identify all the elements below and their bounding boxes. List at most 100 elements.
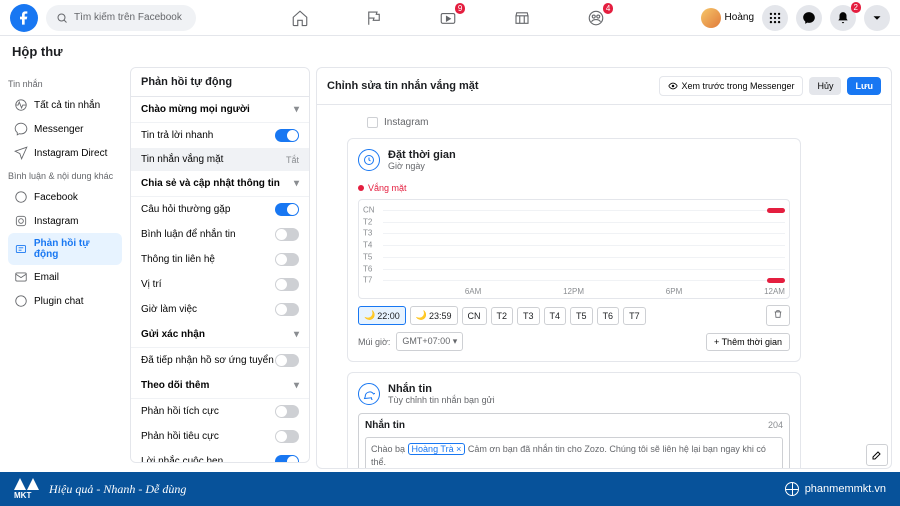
schedule-grid[interactable]: CN T2 T3 T4 T5 T6 T7 6AM12PM6PM12AM (358, 199, 790, 299)
day-t6[interactable]: T6 (597, 307, 620, 325)
message-title: Nhắn tin (388, 383, 495, 395)
chevron-down-icon: ▾ (294, 178, 299, 189)
end-time-input[interactable]: 🌙 23:59 (410, 306, 458, 325)
content-title: Chỉnh sửa tin nhắn vắng mặt (327, 80, 479, 92)
sidebar-section-comments: Bình luận & nội dung khác (8, 171, 122, 181)
sidebar-auto-response[interactable]: Phản hồi tự động (8, 233, 122, 265)
schedule-sub: Giờ ngày (388, 161, 456, 171)
save-button[interactable]: Lưu (847, 77, 881, 95)
message-icon (358, 383, 380, 405)
msg-box-title: Nhắn tin (365, 420, 405, 431)
nav-flag[interactable] (362, 6, 386, 30)
opt-comment[interactable]: Bình luận để nhắn tin (131, 222, 309, 247)
nav-home[interactable] (288, 6, 312, 30)
sidebar: Tin nhắn Tất cả tin nhắn Messenger Insta… (0, 67, 130, 469)
opt-contact[interactable]: Thông tin liên hệ (131, 247, 309, 272)
opt-away-message[interactable]: Tin nhắn vắng mặtTắt (131, 148, 309, 171)
opt-applied[interactable]: Đã tiếp nhận hồ sơ ứng tuyển (131, 348, 309, 373)
toggle-location[interactable] (275, 278, 299, 291)
toggle-positive[interactable] (275, 405, 299, 418)
section-follow[interactable]: Theo dõi thêm▾ (131, 373, 309, 399)
day-cn[interactable]: CN (462, 307, 487, 325)
tz-label: Múi giờ: (358, 337, 390, 347)
opt-reminder[interactable]: Lời nhắc cuộc hẹn (131, 449, 309, 463)
day-t4[interactable]: T4 (544, 307, 567, 325)
toggle-faq[interactable] (275, 203, 299, 216)
toggle-reminder[interactable] (275, 455, 299, 463)
toggle-comment[interactable] (275, 228, 299, 241)
toggle-instant[interactable] (275, 129, 299, 142)
mkt-logo: MKT (14, 478, 39, 500)
avatar (701, 8, 721, 28)
preview-button[interactable]: Xem trước trong Messenger (659, 76, 804, 96)
clock-icon (358, 149, 380, 171)
facebook-logo[interactable] (10, 4, 38, 32)
footer-site[interactable]: phanmemmkt.vn (785, 482, 886, 496)
search-input[interactable]: Tìm kiếm trên Facebook (46, 5, 196, 31)
nav-video[interactable]: 9 (436, 6, 460, 30)
notification-icon[interactable]: 2 (830, 5, 856, 31)
section-greeting[interactable]: Chào mừng mọi người▾ (131, 97, 309, 123)
customer-tag[interactable]: Hoàng Trà × (408, 443, 466, 455)
away-state: Tắt (286, 155, 299, 165)
section-confirm[interactable]: Gửi xác nhận▾ (131, 322, 309, 348)
footer-banner: MKT Hiệu quả - Nhanh - Dễ dùng phanmemmk… (0, 472, 900, 506)
toggle-contact[interactable] (275, 253, 299, 266)
nav-market[interactable] (510, 6, 534, 30)
page-title: Hộp thư (0, 36, 900, 67)
chevron-down-icon: ▾ (294, 104, 299, 115)
opt-negative[interactable]: Phản hồi tiêu cực (131, 424, 309, 449)
sidebar-messenger[interactable]: Messenger (8, 117, 122, 141)
toggle-hours[interactable] (275, 303, 299, 316)
globe-icon (785, 482, 799, 496)
sidebar-email[interactable]: Email (8, 265, 122, 289)
checkbox-icon[interactable] (367, 117, 378, 128)
sidebar-section-messages: Tin nhắn (8, 79, 122, 89)
char-count: 204 (768, 420, 783, 431)
toggle-applied[interactable] (275, 354, 299, 367)
toggle-negative[interactable] (275, 430, 299, 443)
message-sub: Tùy chỉnh tin nhắn bạn gửi (388, 395, 495, 405)
message-card: Nhắn tin Tùy chỉnh tin nhắn bạn gửi Nhắn… (347, 372, 801, 468)
sidebar-instagram[interactable]: Instagram (8, 209, 122, 233)
opt-location[interactable]: Vị trí (131, 272, 309, 297)
section-share[interactable]: Chia sẻ và cập nhật thông tin▾ (131, 171, 309, 197)
apps-icon[interactable] (762, 5, 788, 31)
day-t3[interactable]: T3 (517, 307, 540, 325)
delete-icon[interactable] (766, 305, 790, 326)
content-panel: Chỉnh sửa tin nhắn vắng mặt Xem trước tr… (316, 67, 892, 469)
opt-faq[interactable]: Câu hỏi thường gặp (131, 197, 309, 222)
cancel-button[interactable]: Hủy (809, 77, 841, 95)
schedule-bar (767, 278, 785, 283)
opt-hours[interactable]: Giờ làm việc (131, 297, 309, 322)
schedule-card: Đặt thời gian Giờ ngày Vắng mặt CN T2 T3… (347, 138, 801, 362)
menu-caret-icon[interactable] (864, 5, 890, 31)
messenger-icon[interactable] (796, 5, 822, 31)
start-time-input[interactable]: 🌙 22:00 (358, 306, 406, 325)
sidebar-instagram-direct[interactable]: Instagram Direct (8, 141, 122, 165)
schedule-bar (767, 208, 785, 213)
day-t2[interactable]: T2 (491, 307, 514, 325)
nav-group[interactable]: 4 (584, 6, 608, 30)
video-badge: 9 (455, 3, 465, 14)
chevron-down-icon: ▾ (294, 329, 299, 340)
instagram-checkbox-row[interactable]: Instagram (347, 113, 801, 138)
notif-badge: 2 (851, 2, 861, 13)
sidebar-plugin-chat[interactable]: Plugin chat (8, 289, 122, 313)
footer-slogan: Hiệu quả - Nhanh - Dễ dùng (49, 482, 186, 497)
schedule-title: Đặt thời gian (388, 149, 456, 161)
chevron-down-icon: ▾ (294, 380, 299, 391)
add-time-button[interactable]: + Thêm thời gian (706, 333, 790, 351)
sidebar-all-messages[interactable]: Tất cả tin nhắn (8, 93, 122, 117)
sidebar-facebook[interactable]: Facebook (8, 185, 122, 209)
opt-instant-reply[interactable]: Tin trả lời nhanh (131, 123, 309, 148)
opt-positive[interactable]: Phản hồi tích cực (131, 399, 309, 424)
away-legend: Vắng mặt (358, 183, 407, 193)
automation-list: Phản hồi tự động Chào mừng mọi người▾ Ti… (130, 67, 310, 463)
edit-fab-icon[interactable] (866, 444, 888, 466)
timezone-select[interactable]: GMT+07:00 ▾ (396, 332, 463, 351)
day-t5[interactable]: T5 (570, 307, 593, 325)
day-t7[interactable]: T7 (623, 307, 646, 325)
profile-chip[interactable]: Hoàng (701, 8, 754, 28)
message-textarea[interactable]: Chào bạ Hoàng Trà × Cảm ơn bạn đã nhắn t… (365, 437, 783, 468)
